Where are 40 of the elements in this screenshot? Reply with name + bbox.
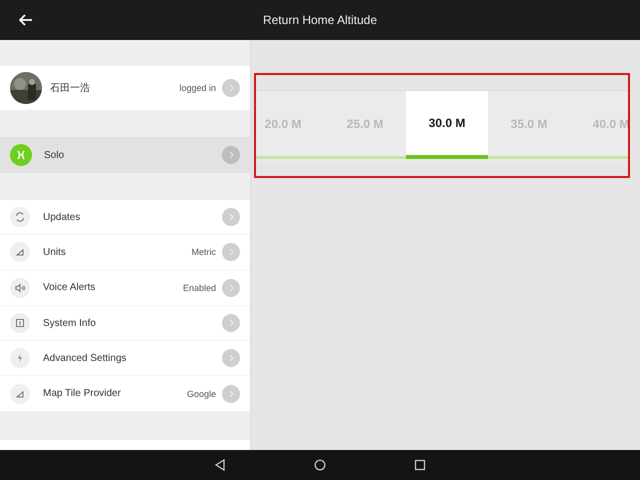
device-row[interactable]: Solo: [0, 137, 250, 173]
chevron-icon[interactable]: [222, 146, 240, 164]
chevron-icon[interactable]: [222, 349, 240, 368]
altitude-option[interactable]: 30.0 M: [406, 91, 488, 159]
settings-label: Map Tile Provider: [43, 388, 122, 400]
settings-item[interactable]: Updates: [0, 200, 250, 236]
settings-label: System Info: [43, 318, 97, 329]
chevron-icon[interactable]: [222, 278, 240, 297]
drone-icon: [10, 144, 32, 166]
settings-label: Updates: [43, 212, 82, 223]
settings-item[interactable]: Units Metric: [0, 235, 250, 271]
chevron-icon[interactable]: [222, 384, 240, 403]
bolt-icon: [10, 348, 30, 368]
settings-item[interactable]: Voice Alerts Enabled: [0, 270, 250, 306]
ruler-icon: [10, 242, 30, 262]
recent-apps-icon[interactable]: [414, 459, 426, 471]
settings-value: Metric: [192, 247, 216, 258]
settings-label: Units: [43, 246, 67, 258]
account-name: 石田一浩: [50, 82, 91, 95]
chevron-icon[interactable]: [222, 243, 240, 262]
chevron-icon[interactable]: [222, 79, 240, 97]
settings-item[interactable]: Advanced Settings: [0, 341, 250, 376]
home-icon[interactable]: [314, 459, 326, 471]
settings-label: Voice Alerts: [43, 282, 96, 294]
info-icon: [10, 313, 30, 334]
device-name: Solo: [44, 150, 66, 160]
refresh-icon: [10, 207, 30, 228]
settings-label: Advanced Settings: [43, 352, 128, 364]
ruler-icon: [10, 384, 30, 404]
speaker-icon: [10, 278, 30, 298]
chevron-icon[interactable]: [222, 208, 240, 226]
settings-item[interactable]: System Info: [0, 306, 250, 342]
settings-value: Enabled: [182, 282, 216, 293]
chevron-icon[interactable]: [222, 314, 240, 332]
settings-value: Google: [186, 388, 216, 399]
back-icon[interactable]: [214, 459, 226, 471]
screen-title: Return Home Altitude: [262, 13, 378, 27]
settings-item[interactable]: Map Tile Provider Google: [0, 376, 250, 412]
account-row[interactable]: 石田一浩 logged in: [0, 66, 250, 110]
login-status: logged in: [179, 83, 216, 93]
